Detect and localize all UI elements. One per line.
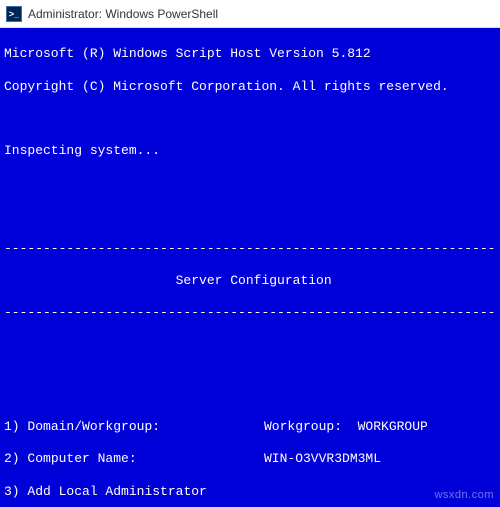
blank-line bbox=[4, 338, 496, 354]
divider-top: ----------------------------------------… bbox=[4, 241, 496, 257]
menu-row: 3) Add Local Administrator bbox=[4, 484, 496, 500]
blank-line bbox=[4, 208, 496, 224]
blank-line bbox=[4, 111, 496, 127]
titlebar[interactable]: >_ Administrator: Windows PowerShell bbox=[0, 0, 500, 28]
header-line-2: Copyright (C) Microsoft Corporation. All… bbox=[4, 79, 496, 95]
divider-bottom: ----------------------------------------… bbox=[4, 305, 496, 321]
menu-row: 1) Domain/Workgroup:Workgroup: WORKGROUP bbox=[4, 419, 496, 435]
header-line-1: Microsoft (R) Windows Script Host Versio… bbox=[4, 46, 496, 62]
watermark: wsxdn.com bbox=[434, 487, 494, 503]
section-title: Server Configuration bbox=[4, 273, 496, 289]
menu-row: 2) Computer Name:WIN-O3VVR3DM3ML bbox=[4, 451, 496, 467]
blank-line bbox=[4, 176, 496, 192]
blank-line bbox=[4, 370, 496, 386]
window-title: Administrator: Windows PowerShell bbox=[28, 7, 218, 21]
console-area[interactable]: Microsoft (R) Windows Script Host Versio… bbox=[0, 28, 500, 507]
inspecting-line: Inspecting system... bbox=[4, 143, 496, 159]
powershell-icon: >_ bbox=[6, 6, 22, 22]
powershell-window: >_ Administrator: Windows PowerShell Mic… bbox=[0, 0, 500, 507]
